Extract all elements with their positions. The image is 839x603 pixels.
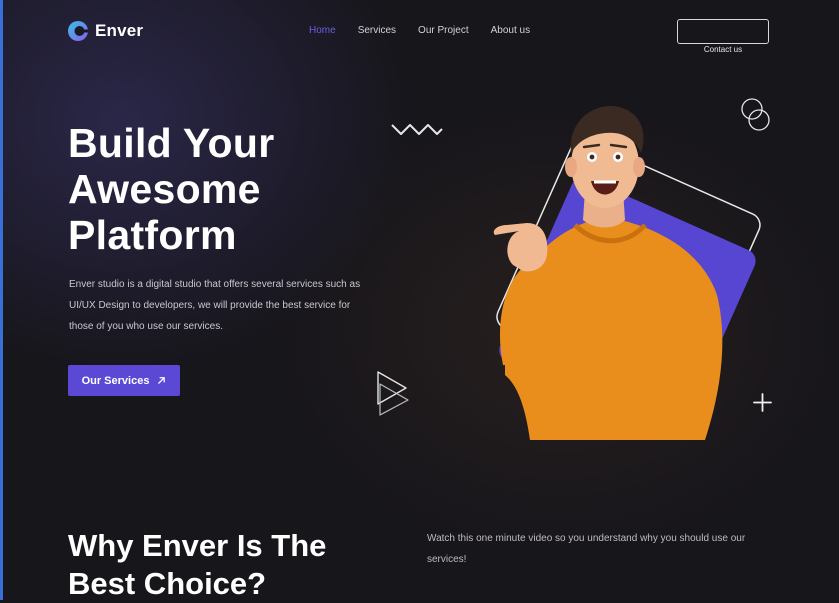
nav-item-about-us[interactable]: About us (491, 25, 530, 36)
why-section-description: Watch this one minute video so you under… (427, 533, 746, 565)
hero-title: Build Your Awesome Platform (68, 120, 275, 258)
contact-button[interactable] (677, 19, 769, 44)
play-triangles-icon (377, 371, 409, 416)
arrow-up-right-icon (158, 377, 166, 384)
hero-person-illustration (493, 105, 761, 440)
zigzag-icon (391, 124, 443, 135)
our-services-button-label: Our Services (81, 374, 150, 387)
nav-item-home[interactable]: Home (309, 25, 336, 36)
our-services-button[interactable]: Our Services (68, 365, 180, 396)
brand-logo[interactable]: Enver (67, 20, 143, 42)
why-section-title: Why Enver Is The Best Choice? (68, 528, 327, 601)
hero-description: Enver studio is a digital studio that of… (69, 279, 361, 332)
nav-item-our-project[interactable]: Our Project (418, 25, 469, 36)
left-edge-accent (0, 0, 3, 600)
main-nav: Home Services Our Project About us (309, 25, 530, 36)
brand-name: Enver (95, 21, 144, 40)
contact-button-label[interactable]: Contact us (677, 45, 769, 54)
enver-logo-icon (68, 21, 88, 41)
nav-item-services[interactable]: Services (358, 25, 396, 36)
